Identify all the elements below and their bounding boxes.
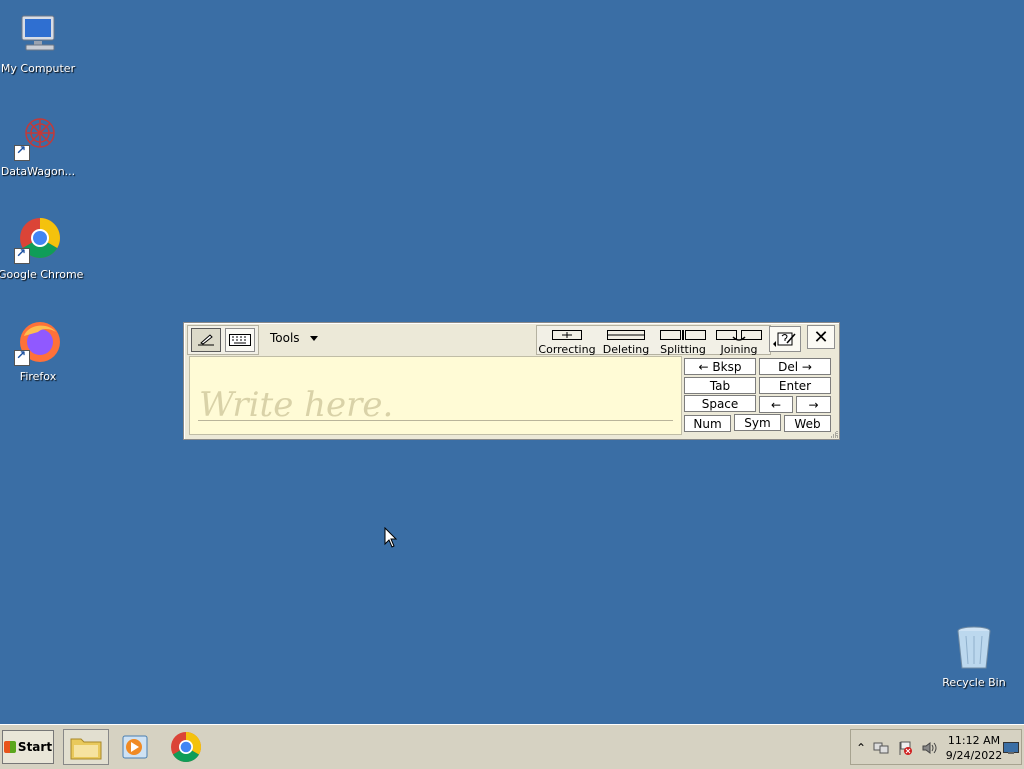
- input-panel-toolbar: Tools Correcting Deleting Splitting Join…: [184, 323, 839, 356]
- tab-key[interactable]: Tab: [684, 377, 756, 394]
- desktop-icon-label: DataWagon...: [0, 165, 76, 178]
- show-hidden-icons-chevron-icon[interactable]: ⌃: [853, 740, 869, 756]
- desktop-icon-label: Firefox: [19, 370, 57, 383]
- taskbar: Start ⌃ 11:12 AM 9/24/2022: [0, 724, 1024, 769]
- shortcut-arrow-icon: [14, 143, 30, 161]
- desktop-icon-my-computer[interactable]: My Computer: [0, 10, 78, 75]
- write-here-hint: Write here.: [199, 385, 394, 425]
- computer-icon: [14, 10, 62, 58]
- windows-flag-icon: [3, 741, 16, 753]
- left-arrow-key[interactable]: ←: [759, 396, 793, 413]
- right-arrow-key[interactable]: →: [796, 396, 831, 413]
- desktop-icon-label: My Computer: [0, 62, 76, 75]
- desktop-icon-label: Recycle Bin: [942, 676, 1006, 689]
- sym-key[interactable]: Sym: [734, 414, 781, 431]
- num-key[interactable]: Num: [684, 415, 731, 432]
- gesture-splitting[interactable]: Splitting: [653, 328, 713, 356]
- space-key[interactable]: Space: [684, 395, 756, 412]
- desktop-icon-datawagon[interactable]: DataWagon...: [0, 113, 78, 178]
- on-screen-keyboard-button[interactable]: [225, 328, 255, 352]
- help-notepad-icon: [773, 332, 796, 347]
- tablet-input-panel[interactable]: Tools Correcting Deleting Splitting Join…: [183, 322, 840, 440]
- firefox-icon: [14, 318, 62, 366]
- taskbar-explorer[interactable]: [63, 729, 109, 765]
- web-key[interactable]: Web: [784, 415, 831, 432]
- input-mode-group: [187, 325, 259, 355]
- chrome-icon: [171, 732, 202, 763]
- action-center-flag-icon[interactable]: [897, 740, 913, 756]
- gesture-joining[interactable]: Joining: [709, 328, 769, 356]
- delete-key[interactable]: Del →: [759, 358, 831, 375]
- gesture-help-group: Correcting Deleting Splitting Joining: [536, 325, 771, 356]
- keyboard-icon: [229, 334, 251, 346]
- resize-grip-icon[interactable]: [830, 430, 838, 438]
- deleting-gesture-icon: [607, 330, 645, 340]
- media-player-icon: [122, 735, 148, 759]
- tools-dropdown-arrow-icon[interactable]: [310, 336, 318, 341]
- enter-key[interactable]: Enter: [759, 377, 831, 394]
- datawagon-icon: [14, 113, 62, 161]
- writing-pad-button[interactable]: [191, 328, 221, 352]
- close-button[interactable]: ✕: [807, 325, 835, 349]
- desktop-icon-google-chrome[interactable]: Google Chrome: [0, 216, 84, 281]
- mouse-cursor-icon: [384, 527, 398, 548]
- gesture-deleting[interactable]: Deleting: [596, 328, 656, 356]
- chrome-icon: [14, 216, 62, 264]
- taskbar-media-player[interactable]: [112, 729, 158, 765]
- close-icon: ✕: [813, 326, 829, 348]
- taskbar-chrome[interactable]: [163, 729, 209, 765]
- clock[interactable]: 11:12 AM 9/24/2022: [943, 733, 1005, 763]
- system-tray: ⌃ 11:12 AM 9/24/2022: [850, 729, 1022, 765]
- clock-date: 9/24/2022: [945, 749, 1003, 762]
- pen-pad-icon: [198, 334, 214, 346]
- show-desktop-icon[interactable]: [1003, 740, 1019, 756]
- shortcut-arrow-icon: [14, 246, 30, 264]
- correcting-gesture-icon: [552, 330, 582, 340]
- tools-menu[interactable]: Tools: [270, 331, 300, 345]
- recycle-bin-icon: [950, 624, 998, 672]
- folder-icon: [70, 738, 102, 760]
- desktop-icon-label: Google Chrome: [0, 268, 84, 281]
- desktop-icon-firefox[interactable]: Firefox: [0, 318, 78, 383]
- desktop-icon-recycle-bin[interactable]: Recycle Bin: [934, 624, 1014, 689]
- gesture-more-button[interactable]: [769, 326, 801, 352]
- network-icon[interactable]: [873, 740, 889, 756]
- start-label: Start: [17, 740, 53, 754]
- clock-time: 11:12 AM: [947, 734, 1001, 747]
- joining-gesture-icon: [716, 330, 762, 341]
- gesture-correcting[interactable]: Correcting: [537, 328, 597, 356]
- backspace-key[interactable]: ← Bksp: [684, 358, 756, 375]
- start-button[interactable]: Start: [2, 730, 54, 764]
- splitting-gesture-icon: [660, 330, 706, 340]
- shortcut-arrow-icon: [14, 348, 30, 366]
- volume-icon[interactable]: [921, 740, 937, 756]
- writing-baseline: [198, 420, 673, 421]
- handwriting-area[interactable]: Write here.: [189, 356, 682, 435]
